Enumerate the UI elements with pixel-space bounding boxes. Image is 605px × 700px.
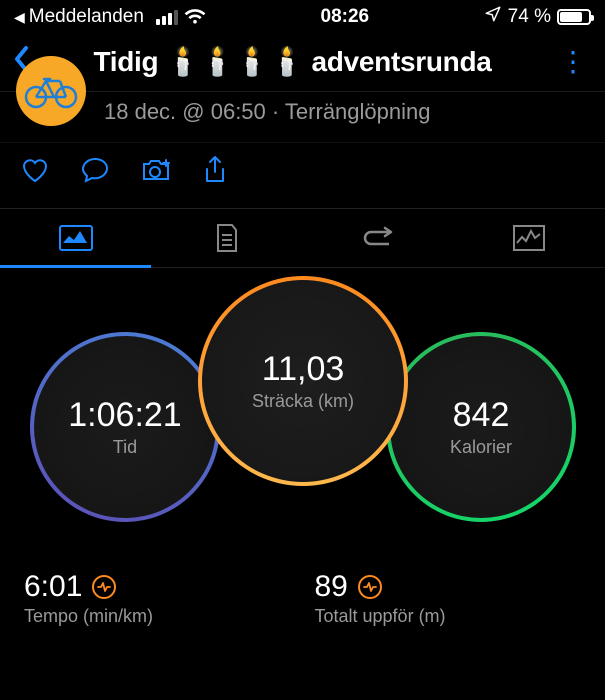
tab-details[interactable] [151,209,302,267]
add-photo-button[interactable] [140,156,172,189]
share-button[interactable] [202,155,228,190]
tab-laps[interactable] [303,209,454,267]
status-back-app-label: Meddelanden [29,6,144,28]
battery-percent: 74 % [508,6,551,28]
distance-circle[interactable]: 11,03 Sträcka (km) [198,276,408,486]
activity-summary-row: 18 dec. @ 06:50 · Terränglöpning [0,91,605,142]
tab-charts[interactable] [454,209,605,267]
ascent-source-icon [358,575,382,599]
tab-bar [0,208,605,268]
tab-overview[interactable] [0,209,151,267]
calories-circle[interactable]: 842 Kalorier [386,332,576,522]
laps-tab-icon [361,226,395,250]
activity-avatar[interactable] [16,56,86,126]
details-tab-icon [214,223,240,253]
ascent-label: Totalt uppför (m) [315,606,582,627]
nav-header: Tidig 🕯️🕯️🕯️🕯️ adventsrunda ⋮ [0,34,605,91]
wifi-icon [184,9,206,25]
pace-stat[interactable]: 6:01 Tempo (min/km) [24,570,291,627]
charts-tab-icon [513,225,545,251]
time-label: Tid [113,437,137,458]
time-value: 1:06:21 [68,396,181,435]
distance-label: Sträcka (km) [252,391,354,412]
back-triangle-icon: ◀ [14,9,25,26]
status-bar: ◀ Meddelanden 08:26 74 % [0,0,605,34]
metric-circles: 1:06:21 Tid 11,03 Sträcka (km) 842 Kalor… [0,276,605,546]
ascent-value: 89 [315,570,348,604]
like-button[interactable] [20,156,50,189]
time-circle[interactable]: 1:06:21 Tid [30,332,220,522]
ascent-stat[interactable]: 89 Totalt uppför (m) [315,570,582,627]
comment-button[interactable] [80,156,110,189]
action-bar [0,142,605,208]
pace-source-icon [92,575,116,599]
calories-value: 842 [453,396,510,435]
pace-label: Tempo (min/km) [24,606,291,627]
stats-row: 6:01 Tempo (min/km) 89 Totalt uppför (m) [0,546,605,627]
cellular-signal-icon [156,10,178,25]
status-time: 08:26 [321,6,370,28]
pace-value: 6:01 [24,570,82,604]
battery-icon [557,9,591,25]
location-icon [484,5,502,29]
distance-value: 11,03 [262,350,345,389]
more-options-button[interactable]: ⋮ [553,45,593,78]
activity-meta: 18 dec. @ 06:50 · Terränglöpning [104,99,430,125]
overview-tab-icon [59,225,93,251]
page-title: Tidig 🕯️🕯️🕯️🕯️ adventsrunda [42,45,543,78]
bicycle-icon [24,73,78,109]
status-back-app[interactable]: ◀ Meddelanden [14,6,144,28]
calories-label: Kalorier [450,437,512,458]
